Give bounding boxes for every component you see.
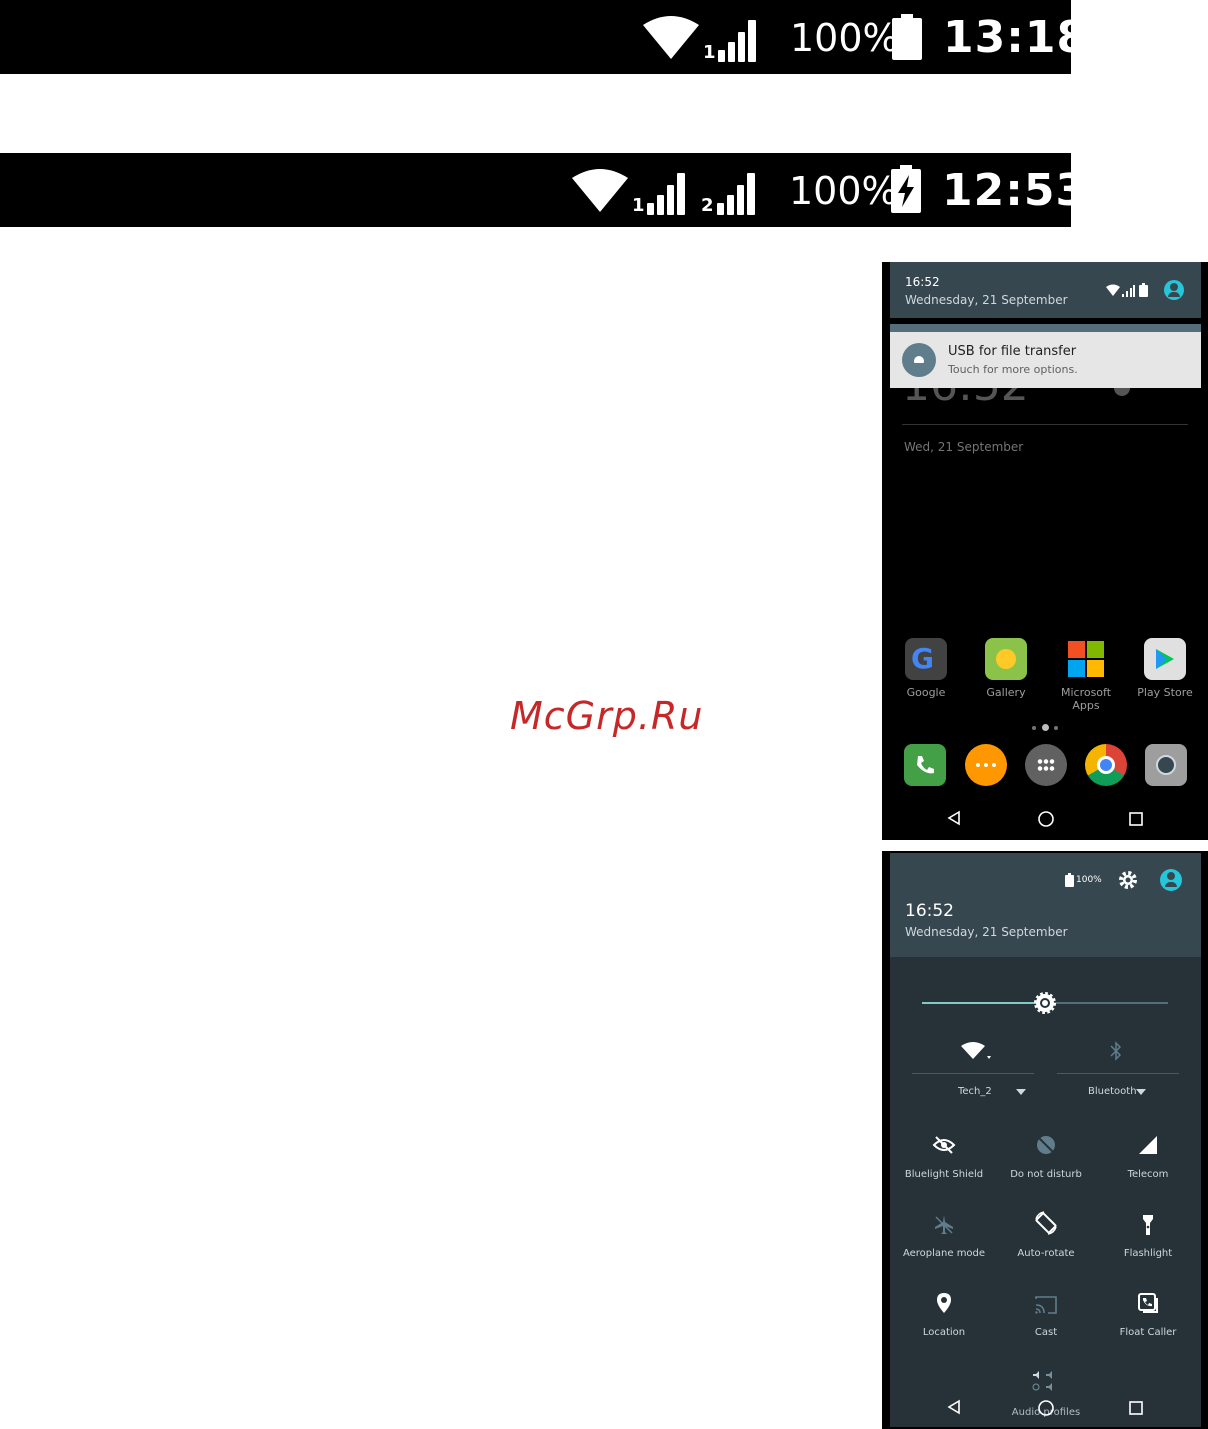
status-time: 12:53: [942, 165, 1088, 216]
app-label: Google: [906, 686, 946, 699]
bluelight-shield-icon[interactable]: [932, 1133, 956, 1157]
qs-time: 16:52: [905, 901, 954, 921]
page-indicator: [1032, 724, 1062, 732]
cellular-signal-icon[interactable]: [1136, 1133, 1160, 1157]
status-time: 13:18: [943, 12, 1089, 63]
notification-subtitle: Touch for more options.: [948, 363, 1078, 376]
recents-icon[interactable]: [1128, 811, 1144, 827]
quick-settings-screen: 100% 16:52 Wednesday, 21 September Tech_…: [882, 851, 1208, 1429]
battery-icon: [892, 14, 922, 60]
user-avatar-icon[interactable]: [1160, 869, 1182, 891]
qs-date: Wednesday, 21 September: [905, 925, 1068, 939]
airplane-icon[interactable]: [932, 1213, 956, 1237]
app-label: Play Store: [1137, 686, 1193, 699]
status-bar-dual-sim: 1 2 100% 12:53: [0, 153, 1086, 227]
do-not-disturb-icon[interactable]: [1034, 1133, 1058, 1157]
brightness-fill: [922, 1002, 1045, 1004]
cellular-signal-icon: [1122, 285, 1135, 297]
user-avatar-icon[interactable]: [1164, 280, 1184, 300]
settings-gear-icon[interactable]: [1118, 870, 1138, 890]
battery-charging-icon: [891, 165, 921, 213]
gallery-icon[interactable]: [985, 638, 1027, 680]
wifi-divider: [912, 1073, 1034, 1074]
bluetooth-divider: [1057, 1073, 1179, 1074]
lock-divider: [902, 424, 1188, 425]
chrome-icon[interactable]: [1085, 744, 1127, 786]
home-screen: 16:52 Wednesday, 21 September USB for fi…: [882, 262, 1208, 840]
messaging-icon[interactable]: [965, 744, 1007, 786]
google-folder-icon[interactable]: G: [905, 638, 947, 680]
sim2-signal-icon: [717, 173, 755, 215]
float-caller-icon[interactable]: [1136, 1291, 1160, 1315]
audio-profiles-icon[interactable]: [1031, 1371, 1057, 1393]
notification-shade-header: 16:52 Wednesday, 21 September: [890, 262, 1201, 318]
camera-icon[interactable]: [1145, 744, 1187, 786]
tile-label: Flashlight: [1123, 1248, 1173, 1259]
flashlight-icon[interactable]: [1136, 1213, 1160, 1237]
battery-icon: [1065, 873, 1074, 887]
brightness-slider[interactable]: [922, 991, 1168, 1015]
notification-title: USB for file transfer: [948, 344, 1077, 359]
app-label: Gallery: [986, 686, 1026, 699]
sim-slot-label: 1: [703, 42, 716, 63]
wifi-icon[interactable]: [961, 1041, 991, 1061]
recents-icon[interactable]: [1128, 1400, 1144, 1416]
tile-label: Aeroplane mode: [902, 1248, 986, 1259]
wifi-dropdown-icon[interactable]: [1016, 1089, 1026, 1095]
app-label: Microsoft Apps: [1060, 686, 1112, 712]
lock-clock: 16:52: [902, 388, 1029, 406]
home-icon[interactable]: [1037, 810, 1055, 828]
microsoft-apps-icon[interactable]: [1065, 638, 1107, 680]
tile-label: Auto-rotate: [1017, 1248, 1075, 1259]
tile-label: Location: [922, 1327, 966, 1338]
tile-label: Bluelight Shield: [904, 1169, 984, 1180]
lock-date: Wed, 21 September: [904, 440, 1024, 454]
cast-icon[interactable]: [1034, 1293, 1058, 1317]
home-icon[interactable]: [1037, 1399, 1055, 1417]
shade-divider: [890, 324, 1201, 332]
battery-percent: 100%: [789, 169, 898, 213]
sim2-label: 2: [701, 195, 714, 216]
sim1-label: 1: [632, 195, 645, 216]
lock-clock-clip: 16:52: [902, 388, 1052, 406]
phone-icon[interactable]: [904, 744, 946, 786]
sim1-signal-icon: [647, 173, 685, 215]
brightness-thumb-icon[interactable]: [1033, 991, 1057, 1015]
wifi-icon: [643, 16, 699, 59]
bluetooth-label[interactable]: Bluetooth: [1088, 1086, 1137, 1097]
shade-time: 16:52: [905, 275, 940, 289]
wifi-network-label[interactable]: Tech_2: [958, 1086, 992, 1097]
battery-percent: 100%: [1076, 875, 1102, 885]
location-icon[interactable]: [932, 1291, 956, 1315]
auto-rotate-icon[interactable]: [1034, 1211, 1058, 1235]
tile-label: Float Caller: [1119, 1327, 1177, 1338]
wifi-icon: [572, 169, 628, 212]
watermark-text: McGrp.Ru: [510, 694, 704, 738]
app-drawer-icon[interactable]: [1025, 744, 1067, 786]
bluetooth-dropdown-icon[interactable]: [1136, 1089, 1146, 1095]
tile-label: Do not disturb: [1010, 1169, 1082, 1180]
wifi-icon: [1106, 284, 1120, 296]
battery-icon: [1139, 283, 1148, 297]
quick-settings-panel: Tech_2 Bluetooth Bluelight Shield Do not…: [890, 957, 1201, 1427]
play-store-icon[interactable]: [1144, 638, 1186, 680]
quick-settings-header: 100% 16:52 Wednesday, 21 September: [890, 853, 1201, 957]
back-icon[interactable]: [946, 810, 962, 826]
bluetooth-icon[interactable]: [1109, 1041, 1123, 1061]
battery-percent: 100%: [790, 16, 899, 60]
tile-label: Cast: [1034, 1327, 1058, 1338]
shade-date: Wednesday, 21 September: [905, 293, 1068, 307]
tile-label: Telecom: [1127, 1169, 1169, 1180]
usb-notification[interactable]: USB for file transfer Touch for more opt…: [890, 332, 1201, 388]
settings-gear-icon: [1114, 388, 1130, 396]
status-bar-single-sim: 1 100% 13:18: [0, 0, 1087, 74]
android-icon: [902, 343, 936, 377]
back-icon[interactable]: [946, 1399, 962, 1415]
cellular-signal-icon: [718, 20, 756, 62]
